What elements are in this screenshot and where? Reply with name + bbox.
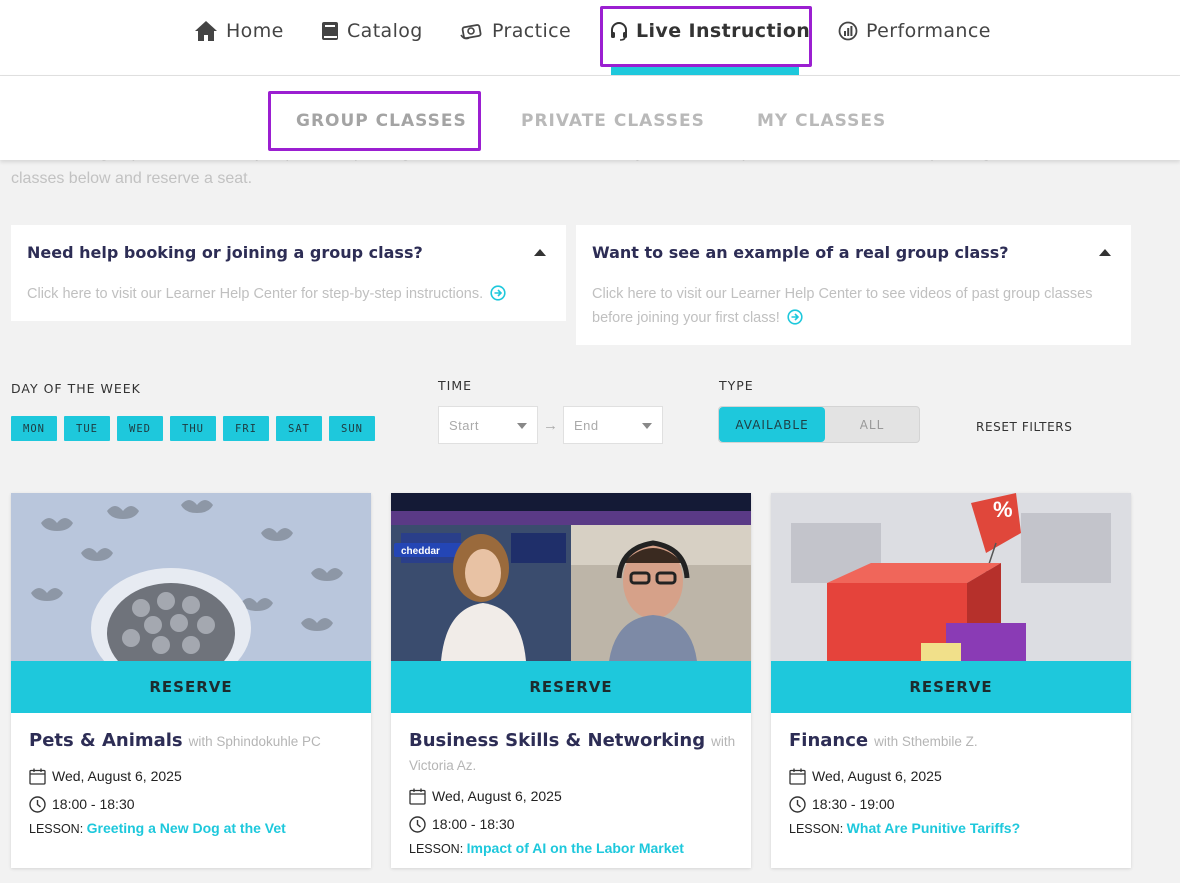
clock-icon bbox=[409, 815, 426, 833]
teacher-name: with Sthembile Z. bbox=[874, 734, 978, 749]
class-title[interactable]: Business Skills & Networking bbox=[409, 730, 705, 751]
class-image-video-call: cheddar bbox=[391, 493, 751, 661]
nav-home-label: Home bbox=[226, 20, 284, 42]
book-icon bbox=[322, 22, 338, 40]
type-toggle: AVAILABLE ALL bbox=[718, 406, 920, 443]
arrow-circle-icon[interactable] bbox=[490, 285, 506, 301]
nav-practice-label: Practice bbox=[492, 20, 572, 42]
class-card: % RESERVE Finance with Sthembile Z. Wed, … bbox=[771, 493, 1131, 868]
arrow-circle-icon[interactable] bbox=[787, 309, 803, 325]
class-card: RESERVE Pets & Animals with Sphindokuhle … bbox=[11, 493, 371, 868]
reserve-button[interactable]: RESERVE bbox=[771, 661, 1131, 713]
class-date: Wed, August 6, 2025 bbox=[52, 768, 182, 784]
nav-performance[interactable]: Performance bbox=[838, 16, 991, 46]
highlight-box-group-classes bbox=[268, 91, 481, 151]
end-time-placeholder: End bbox=[574, 418, 599, 433]
end-time-select[interactable]: End bbox=[563, 406, 663, 444]
collapse-arrow-icon[interactable] bbox=[1099, 249, 1111, 256]
collapse-arrow-icon[interactable] bbox=[534, 249, 546, 256]
class-details: Business Skills & Networking with Victori… bbox=[409, 729, 739, 856]
lesson-label: LESSON: bbox=[29, 822, 84, 836]
type-label: TYPE bbox=[719, 378, 754, 393]
calendar-icon bbox=[789, 768, 806, 785]
nav-performance-label: Performance bbox=[866, 20, 991, 42]
reserve-button[interactable]: RESERVE bbox=[391, 661, 751, 713]
performance-icon bbox=[838, 21, 858, 41]
day-button-wed[interactable]: WED bbox=[117, 416, 163, 441]
start-time-select[interactable]: Start bbox=[438, 406, 538, 444]
highlight-box-live-instruction bbox=[600, 6, 812, 67]
class-image-dog-treats bbox=[11, 493, 371, 661]
intro-line-2: classes below and reserve a seat. bbox=[11, 170, 253, 187]
arrow-right-icon: → bbox=[543, 417, 558, 434]
top-navigation: Home Catalog Practice Live Instruction P… bbox=[0, 0, 1180, 76]
class-image-tariffs: % bbox=[771, 493, 1131, 661]
class-time: 18:30 - 19:00 bbox=[812, 796, 895, 812]
practice-icon bbox=[460, 24, 482, 40]
lesson-label: LESSON: bbox=[409, 842, 464, 856]
class-time: 18:00 - 18:30 bbox=[52, 796, 135, 812]
class-title[interactable]: Finance bbox=[789, 730, 868, 751]
calendar-icon bbox=[29, 768, 46, 785]
chevron-down-icon bbox=[642, 423, 652, 429]
tab-my-classes[interactable]: MY CLASSES bbox=[757, 111, 886, 131]
lesson-label: LESSON: bbox=[789, 822, 844, 836]
teacher-name: with Sphindokuhle PC bbox=[188, 734, 321, 749]
class-title[interactable]: Pets & Animals bbox=[29, 730, 183, 751]
day-button-tue[interactable]: TUE bbox=[64, 416, 110, 441]
class-details: Pets & Animals with Sphindokuhle PC Wed, … bbox=[29, 729, 359, 836]
help-card-booking-title: Need help booking or joining a group cla… bbox=[27, 243, 423, 262]
reset-filters-button[interactable]: RESET FILTERS bbox=[976, 420, 1072, 434]
day-button-mon[interactable]: MON bbox=[11, 416, 57, 441]
active-tab-indicator bbox=[611, 67, 799, 75]
nav-catalog-label: Catalog bbox=[347, 20, 423, 42]
sub-navigation: GROUP CLASSES PRIVATE CLASSES MY CLASSES bbox=[0, 76, 1180, 160]
nav-home[interactable]: Home bbox=[194, 16, 284, 46]
help-card-example[interactable]: Want to see an example of a real group c… bbox=[576, 225, 1131, 345]
home-icon bbox=[195, 21, 217, 41]
class-details: Finance with Sthembile Z. Wed, August 6, … bbox=[789, 729, 1119, 836]
chevron-down-icon bbox=[517, 423, 527, 429]
type-available-button[interactable]: AVAILABLE bbox=[719, 407, 825, 442]
nav-catalog[interactable]: Catalog bbox=[321, 16, 423, 46]
help-card-example-link[interactable]: Click here to visit our Learner Help Cen… bbox=[592, 286, 1093, 326]
class-card: cheddar RESERVE Business Skills & Networ… bbox=[391, 493, 751, 868]
help-card-example-text[interactable]: Click here to visit our Learner Help Cen… bbox=[592, 282, 1115, 330]
type-all-button[interactable]: ALL bbox=[825, 407, 919, 442]
class-date: Wed, August 6, 2025 bbox=[432, 788, 562, 804]
lesson-link[interactable]: What Are Punitive Tariffs? bbox=[847, 820, 1020, 836]
day-button-thu[interactable]: THU bbox=[170, 416, 216, 441]
help-card-example-title: Want to see an example of a real group c… bbox=[592, 243, 1009, 262]
day-of-week-label: DAY OF THE WEEK bbox=[11, 381, 141, 396]
nav-practice[interactable]: Practice bbox=[460, 16, 571, 46]
calendar-icon bbox=[409, 788, 426, 805]
lesson-link[interactable]: Greeting a New Dog at the Vet bbox=[87, 820, 286, 836]
help-card-booking-link[interactable]: Click here to visit our Learner Help Cen… bbox=[27, 286, 483, 302]
clock-icon bbox=[29, 795, 46, 813]
percent-tag-text: % bbox=[993, 497, 1013, 522]
help-card-booking-text[interactable]: Click here to visit our Learner Help Cen… bbox=[27, 282, 550, 306]
time-label: TIME bbox=[438, 378, 473, 393]
class-time: 18:00 - 18:30 bbox=[432, 816, 515, 832]
day-button-fri[interactable]: FRI bbox=[223, 416, 269, 441]
start-time-placeholder: Start bbox=[449, 418, 479, 433]
day-button-sat[interactable]: SAT bbox=[276, 416, 322, 441]
day-button-sun[interactable]: SUN bbox=[329, 416, 375, 441]
reserve-button[interactable]: RESERVE bbox=[11, 661, 371, 713]
video-logo-text: cheddar bbox=[401, 546, 440, 557]
clock-icon bbox=[789, 795, 806, 813]
help-card-booking[interactable]: Need help booking or joining a group cla… bbox=[11, 225, 566, 321]
tab-private-classes[interactable]: PRIVATE CLASSES bbox=[521, 111, 705, 131]
lesson-link[interactable]: Impact of AI on the Labor Market bbox=[467, 840, 684, 856]
class-date: Wed, August 6, 2025 bbox=[812, 768, 942, 784]
